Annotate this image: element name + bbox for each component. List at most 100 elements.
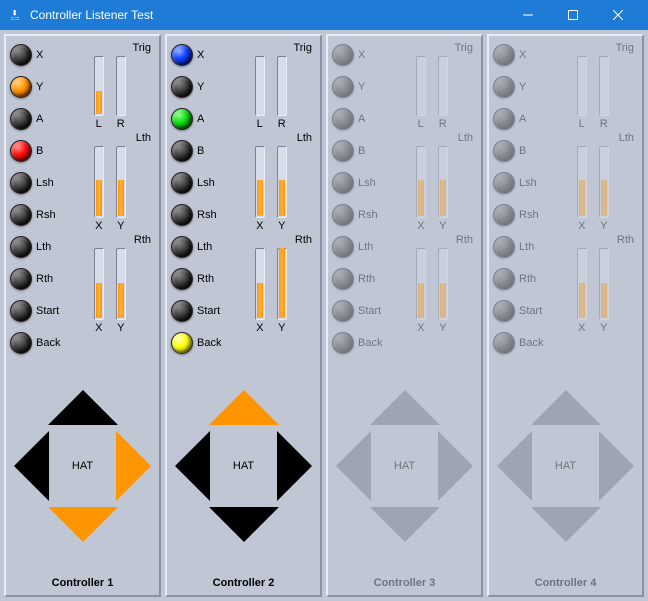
gauge-axis-label: X [95, 220, 102, 232]
led-indicator [493, 268, 515, 290]
button-row-x: X [10, 42, 60, 67]
button-label: Lsh [36, 177, 54, 189]
gauge-group-rth: RthXY [386, 234, 477, 334]
gauge-axis-label: Y [439, 322, 446, 334]
gauge-title: Lth [386, 132, 477, 144]
gauge-bar [255, 146, 265, 218]
hat-left-icon [14, 431, 49, 501]
hat-right-icon [438, 431, 473, 501]
gauge-title: Lth [547, 132, 638, 144]
button-row-x: X [493, 42, 543, 67]
button-row-y: Y [493, 74, 543, 99]
gauge-axis-label: L [579, 118, 585, 130]
controller-panel-4: XYABLshRshLthRthStartBackTrigLRLthXYRthX… [487, 34, 644, 597]
gauge-bar [599, 248, 609, 320]
led-indicator [171, 44, 193, 66]
led-indicator [171, 172, 193, 194]
gauge-bar [94, 56, 104, 116]
gauge-bar [438, 56, 448, 116]
button-row-lsh: Lsh [171, 170, 221, 195]
led-indicator [10, 140, 32, 162]
gauge-group-trig: TrigLR [386, 42, 477, 130]
button-row-lsh: Lsh [493, 170, 543, 195]
led-indicator [10, 332, 32, 354]
button-row-a: A [332, 106, 382, 131]
hat-label: HAT [72, 460, 93, 472]
gauge-axis-label: Y [117, 220, 124, 232]
gauge-bar [116, 56, 126, 116]
button-row-back: Back [332, 330, 382, 355]
gauge-group-rth: RthXY [225, 234, 316, 334]
hat-label: HAT [555, 460, 576, 472]
gauge-axis-label: L [257, 118, 263, 130]
button-row-b: B [171, 138, 221, 163]
hat-up-icon [531, 390, 601, 425]
button-label: B [36, 145, 43, 157]
gauge-axis-label: R [439, 118, 447, 130]
button-label: Rth [358, 273, 375, 285]
gauge-axis-label: X [578, 220, 585, 232]
button-label: Lth [358, 241, 373, 253]
hat-label: HAT [233, 460, 254, 472]
led-indicator [171, 76, 193, 98]
button-label: Back [36, 337, 60, 349]
gauge-group-rth: RthXY [547, 234, 638, 334]
button-row-x: X [171, 42, 221, 67]
button-row-lsh: Lsh [10, 170, 60, 195]
button-row-rth: Rth [171, 266, 221, 291]
led-indicator [10, 204, 32, 226]
led-indicator [171, 108, 193, 130]
button-label: Lsh [358, 177, 376, 189]
led-indicator [171, 236, 193, 258]
button-row-rth: Rth [10, 266, 60, 291]
gauge-bar [94, 146, 104, 218]
button-label: X [519, 49, 526, 61]
button-row-y: Y [10, 74, 60, 99]
gauge-axis-label: X [417, 220, 424, 232]
gauge-group-trig: TrigLR [225, 42, 316, 130]
led-indicator [332, 268, 354, 290]
button-row-a: A [493, 106, 543, 131]
hat-dpad: HAT [493, 386, 638, 546]
led-indicator [10, 108, 32, 130]
button-label: Start [36, 305, 59, 317]
hat-label: HAT [394, 460, 415, 472]
gauge-bar [277, 56, 287, 116]
button-row-lth: Lth [171, 234, 221, 259]
button-label: Lsh [197, 177, 215, 189]
gauge-bar [577, 56, 587, 116]
button-row-rth: Rth [493, 266, 543, 291]
button-row-b: B [10, 138, 60, 163]
button-label: A [197, 113, 204, 125]
button-label: X [36, 49, 43, 61]
led-indicator [171, 204, 193, 226]
button-label: Back [519, 337, 543, 349]
gauge-title: Trig [547, 42, 638, 54]
maximize-button[interactable] [550, 0, 595, 30]
button-row-back: Back [493, 330, 543, 355]
button-row-back: Back [171, 330, 221, 355]
button-row-x: X [332, 42, 382, 67]
led-indicator [493, 300, 515, 322]
led-indicator [332, 236, 354, 258]
gauge-bar [94, 248, 104, 320]
window-controls [505, 0, 640, 30]
close-button[interactable] [595, 0, 640, 30]
titlebar[interactable]: Controller Listener Test [0, 0, 648, 30]
button-row-a: A [171, 106, 221, 131]
button-label: Lsh [519, 177, 537, 189]
button-label: Start [519, 305, 542, 317]
hat-down-icon [370, 507, 440, 542]
led-indicator [332, 140, 354, 162]
gauge-title: Trig [225, 42, 316, 54]
gauge-bar [577, 248, 587, 320]
gauge-group-trig: TrigLR [547, 42, 638, 130]
led-indicator [10, 44, 32, 66]
minimize-button[interactable] [505, 0, 550, 30]
controller-name-label: Controller 2 [171, 571, 316, 591]
app-window: Controller Listener Test XYABLshRshLthRt… [0, 0, 648, 601]
button-row-rth: Rth [332, 266, 382, 291]
led-indicator [332, 300, 354, 322]
button-row-lth: Lth [493, 234, 543, 259]
gauge-title: Rth [64, 234, 155, 246]
